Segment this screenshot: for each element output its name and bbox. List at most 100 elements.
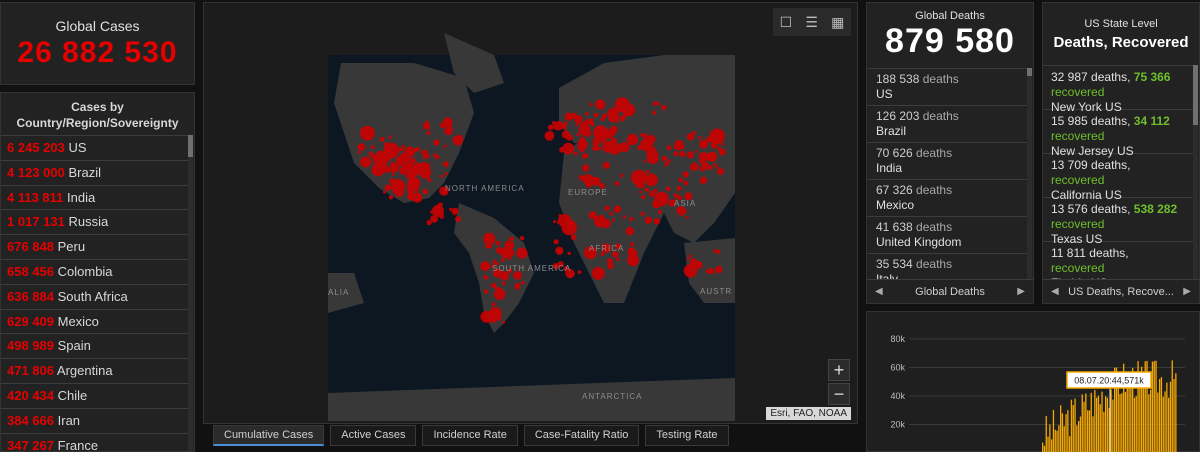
case-dot[interactable] xyxy=(360,156,372,168)
case-dot[interactable] xyxy=(600,116,605,122)
case-dot[interactable] xyxy=(715,165,719,169)
chart-bar[interactable] xyxy=(1175,373,1177,452)
case-dot[interactable] xyxy=(455,216,461,222)
case-dot[interactable] xyxy=(664,161,669,167)
chart-bar[interactable] xyxy=(1054,429,1056,452)
case-dot[interactable] xyxy=(585,180,593,188)
case-dot[interactable] xyxy=(705,268,711,274)
chart-bar[interactable] xyxy=(1043,445,1046,452)
chart-bar[interactable] xyxy=(1153,361,1155,452)
case-dot[interactable] xyxy=(611,218,616,222)
chart-bar[interactable] xyxy=(1130,385,1132,452)
case-dot[interactable] xyxy=(562,125,567,130)
chart-bar[interactable] xyxy=(1047,436,1049,452)
case-dot[interactable] xyxy=(629,216,634,222)
case-dot[interactable] xyxy=(357,143,366,152)
case-dot[interactable] xyxy=(698,136,702,140)
chart-bar[interactable] xyxy=(1092,416,1094,452)
case-dot[interactable] xyxy=(514,282,521,289)
case-dot[interactable] xyxy=(673,151,679,157)
case-dot[interactable] xyxy=(399,166,408,175)
chart-bar[interactable] xyxy=(1045,416,1047,452)
case-dot[interactable] xyxy=(370,145,375,150)
case-dot[interactable] xyxy=(628,112,632,116)
case-dot[interactable] xyxy=(566,147,570,152)
case-dot[interactable] xyxy=(444,172,448,176)
case-dot[interactable] xyxy=(680,145,685,150)
case-dot[interactable] xyxy=(644,216,653,224)
chart-bar[interactable] xyxy=(1056,430,1058,452)
chart-bar[interactable] xyxy=(1072,405,1074,452)
case-dot[interactable] xyxy=(589,102,593,107)
deaths-list-scrollbar-thumb[interactable] xyxy=(1027,68,1032,76)
chart-bar[interactable] xyxy=(1083,401,1085,452)
case-dot[interactable] xyxy=(480,261,491,272)
case-dot[interactable] xyxy=(368,151,374,157)
case-dot[interactable] xyxy=(602,161,610,169)
case-dot[interactable] xyxy=(556,220,561,224)
case-dot[interactable] xyxy=(391,172,395,176)
case-dot[interactable] xyxy=(648,157,654,164)
tab-incidence-rate[interactable]: Incidence Rate xyxy=(422,425,518,446)
case-dot[interactable] xyxy=(599,214,604,220)
chart-bar[interactable] xyxy=(1081,394,1083,452)
chart-bar[interactable] xyxy=(1049,424,1051,452)
case-dot[interactable] xyxy=(556,122,561,127)
deaths-row[interactable]: 67 326 deaths Mexico xyxy=(867,179,1027,216)
chart-bar[interactable] xyxy=(1058,425,1060,452)
chart-bar[interactable] xyxy=(1090,392,1092,452)
case-dot[interactable] xyxy=(382,190,386,194)
case-dot[interactable] xyxy=(576,115,582,120)
case-dot[interactable] xyxy=(588,211,597,220)
chart-bar[interactable] xyxy=(1135,396,1137,452)
case-dot[interactable] xyxy=(694,150,698,154)
case-dot[interactable] xyxy=(563,121,568,127)
case-dot[interactable] xyxy=(415,146,421,152)
case-dot[interactable] xyxy=(681,208,687,214)
case-dot[interactable] xyxy=(510,236,514,241)
chart-bar[interactable] xyxy=(1069,436,1071,452)
chart-bar[interactable] xyxy=(1065,414,1067,452)
country-row[interactable]: 658 456 Colombia xyxy=(1,258,189,284)
case-dot[interactable] xyxy=(563,131,567,135)
case-dot[interactable] xyxy=(544,130,555,141)
case-dot[interactable] xyxy=(607,107,620,120)
case-dot[interactable] xyxy=(701,162,710,170)
case-dot[interactable] xyxy=(653,218,661,225)
chart-bar[interactable] xyxy=(1121,393,1123,452)
chart-bar[interactable] xyxy=(1067,410,1069,452)
case-dot[interactable] xyxy=(553,220,557,224)
case-dot[interactable] xyxy=(393,150,399,156)
case-dot[interactable] xyxy=(425,120,430,125)
map-panel[interactable]: NORTH AMERICA EUROPE ASIA AFRICA SOUTH A… xyxy=(203,2,858,424)
chart-bar[interactable] xyxy=(1074,398,1076,452)
case-dot[interactable] xyxy=(501,281,506,286)
chart-bar[interactable] xyxy=(1164,391,1166,452)
case-dot[interactable] xyxy=(614,181,620,187)
case-dot[interactable] xyxy=(578,175,584,181)
chart-bar[interactable] xyxy=(1076,425,1078,452)
case-dot[interactable] xyxy=(609,142,621,155)
us-state-row[interactable]: 13 576 deaths, 538 282 recovered Texas US xyxy=(1043,197,1195,246)
country-row[interactable]: 636 884 South Africa xyxy=(1,283,189,309)
chart-bar[interactable] xyxy=(1173,379,1175,452)
chart-bar[interactable] xyxy=(1117,380,1119,452)
case-dot[interactable] xyxy=(708,165,713,170)
case-dot[interactable] xyxy=(387,146,392,150)
case-dot[interactable] xyxy=(661,155,668,162)
case-dot[interactable] xyxy=(640,211,645,216)
country-list-scrollbar[interactable] xyxy=(188,135,193,451)
case-dot[interactable] xyxy=(583,120,588,126)
case-dot[interactable] xyxy=(619,142,630,153)
chart-bar[interactable] xyxy=(1151,361,1154,452)
chart-bar[interactable] xyxy=(1087,410,1089,452)
case-dot[interactable] xyxy=(626,133,639,146)
chart-bar[interactable] xyxy=(1171,360,1173,452)
us-state-row[interactable]: 15 985 deaths, 34 112 recovered New Jersey… xyxy=(1043,109,1195,158)
case-dot[interactable] xyxy=(643,159,647,163)
chart-bar[interactable] xyxy=(1106,397,1109,452)
case-dot[interactable] xyxy=(585,112,589,116)
country-row[interactable]: 4 113 811 India xyxy=(1,184,189,210)
chart-bar[interactable] xyxy=(1085,393,1087,452)
chart-bar[interactable] xyxy=(1097,395,1100,452)
